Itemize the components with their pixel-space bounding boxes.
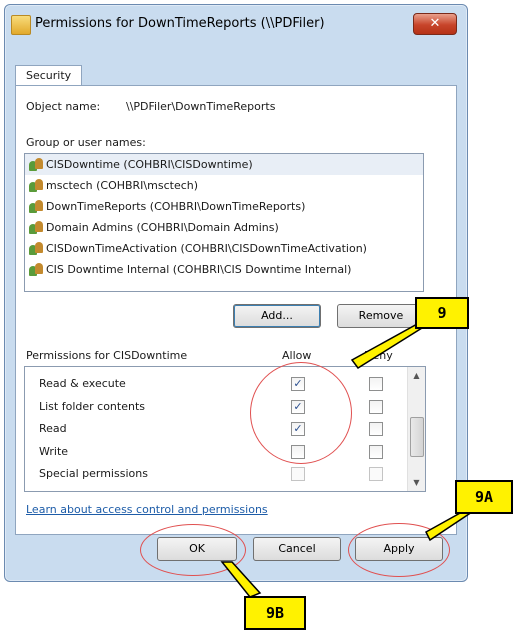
list-item[interactable]: CISDownTimeActivation (COHBRI\CISDownTim…: [25, 238, 423, 259]
deny-special-checkbox: [369, 467, 383, 481]
list-item[interactable]: DownTimeReports (COHBRI\DownTimeReports): [25, 196, 423, 217]
highlight-ellipse-apply: [348, 523, 450, 577]
user-group-icon: [29, 221, 43, 234]
deny-read-execute-checkbox[interactable]: [369, 377, 383, 391]
permissions-label: Permissions for CISDowntime: [26, 349, 188, 362]
group-user-list[interactable]: CISDowntime (COHBRI\CISDowntime) msctech…: [24, 153, 424, 292]
scroll-up-icon[interactable]: ▲: [408, 367, 425, 384]
title-bar[interactable]: Permissions for DownTimeReports (\\PDFil…: [5, 5, 467, 45]
folder-icon: [11, 15, 31, 35]
user-group-icon: [29, 179, 43, 192]
allow-header: Allow: [282, 349, 312, 362]
object-name-value: \\PDFiler\DownTimeReports: [126, 100, 276, 113]
user-group-icon: [29, 263, 43, 276]
list-item[interactable]: msctech (COHBRI\msctech): [25, 175, 423, 196]
close-button[interactable]: ✕: [413, 13, 457, 35]
deny-list-folder-checkbox[interactable]: [369, 400, 383, 414]
tab-security[interactable]: Security: [15, 65, 83, 86]
highlight-ellipse-ok: [140, 524, 246, 576]
deny-header: Deny: [364, 349, 393, 362]
cancel-button[interactable]: Cancel: [253, 537, 341, 561]
user-group-icon: [29, 158, 43, 171]
permissions-dialog: Permissions for DownTimeReports (\\PDFil…: [4, 4, 468, 582]
permission-row: Special permissions: [25, 463, 405, 485]
scroll-down-icon[interactable]: ▼: [408, 474, 425, 491]
deny-write-checkbox[interactable]: [369, 445, 383, 459]
user-group-icon: [29, 200, 43, 213]
highlight-ellipse-allow: [250, 362, 352, 464]
allow-special-checkbox: [291, 467, 305, 481]
permissions-list[interactable]: Read & execute ✓ List folder contents ✓ …: [24, 366, 426, 492]
list-item[interactable]: CIS Downtime Internal (COHBRI\CIS Downti…: [25, 259, 423, 280]
remove-button[interactable]: Remove: [337, 304, 425, 328]
add-button[interactable]: Add...: [233, 304, 321, 328]
permission-row: Read & execute ✓: [25, 373, 405, 395]
callout-9: 9: [415, 297, 469, 329]
deny-read-checkbox[interactable]: [369, 422, 383, 436]
permission-row: Write: [25, 441, 405, 463]
window-title: Permissions for DownTimeReports (\\PDFil…: [35, 16, 325, 31]
object-name-label: Object name:: [26, 100, 101, 113]
permissions-scrollbar[interactable]: ▲ ▼: [407, 367, 425, 491]
list-item[interactable]: Domain Admins (COHBRI\Domain Admins): [25, 217, 423, 238]
list-item[interactable]: CISDowntime (COHBRI\CISDowntime): [25, 154, 423, 175]
user-group-icon: [29, 242, 43, 255]
help-link[interactable]: Learn about access control and permissio…: [26, 503, 268, 516]
group-list-label: Group or user names:: [26, 136, 146, 149]
callout-9b: 9B: [244, 596, 306, 630]
callout-9a: 9A: [455, 480, 513, 514]
scroll-thumb[interactable]: [410, 417, 424, 457]
